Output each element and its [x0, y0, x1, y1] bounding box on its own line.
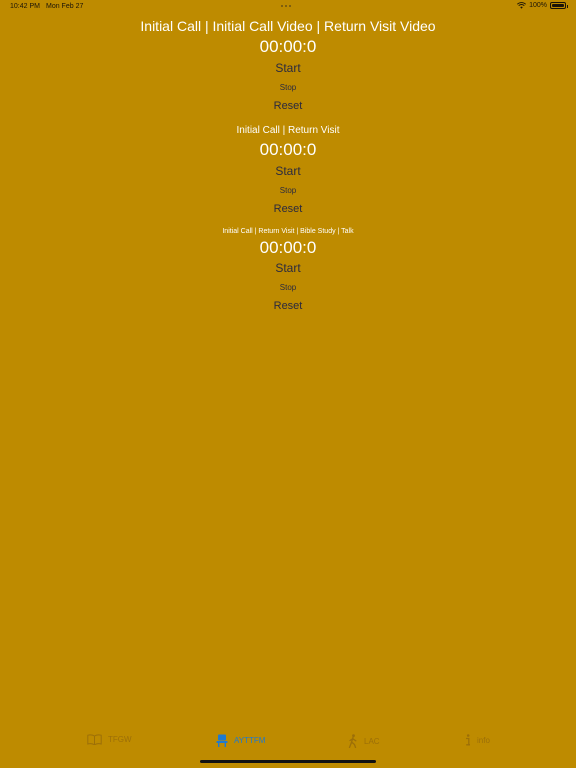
book-icon — [87, 734, 102, 745]
timer-section-2: Initial Call | Return Visit 00:00:0 Star… — [0, 125, 576, 216]
status-bar: 10:42 PM Mon Feb 27 100% — [0, 0, 576, 14]
timer-title: Initial Call | Return Visit — [236, 125, 340, 136]
timer-section-1: Initial Call | Initial Call Video | Retu… — [0, 17, 576, 113]
home-indicator[interactable] — [200, 760, 376, 763]
info-icon — [465, 734, 471, 746]
battery-percent: 100% — [529, 2, 547, 9]
timer-title: Initial Call | Initial Call Video | Retu… — [140, 18, 436, 34]
wifi-icon — [517, 2, 527, 9]
status-time: 10:42 PM — [10, 3, 40, 10]
tab-lac[interactable]: LAC — [348, 734, 380, 748]
stop-button[interactable]: Stop — [0, 282, 576, 294]
tab-label: info — [477, 735, 490, 745]
reset-button[interactable]: Reset — [0, 299, 576, 313]
tab-bar: TFGW AYTTFM LAC info — [0, 726, 576, 768]
tab-label: TFGW — [108, 735, 132, 744]
timer-section-3: Initial Call | Return Visit | Bible Stud… — [0, 227, 576, 313]
start-button[interactable]: Start — [0, 60, 576, 76]
reset-button[interactable]: Reset — [0, 202, 576, 216]
timer-title: Initial Call | Return Visit | Bible Stud… — [222, 228, 354, 235]
timer-display: 00:00:0 — [259, 238, 317, 257]
timer-display: 00:00:0 — [259, 37, 317, 56]
tab-ayttfm[interactable]: AYTTFM — [216, 734, 265, 747]
walking-icon — [348, 734, 358, 748]
reset-button[interactable]: Reset — [0, 99, 576, 113]
stop-button[interactable]: Stop — [0, 185, 576, 197]
tab-label: AYTTFM — [234, 736, 266, 745]
tab-label: LAC — [364, 736, 380, 746]
start-button[interactable]: Start — [0, 260, 576, 276]
timer-display: 00:00:0 — [259, 140, 317, 159]
stop-button[interactable]: Stop — [0, 82, 576, 94]
status-right: 100% — [517, 2, 568, 9]
start-button[interactable]: Start — [0, 163, 576, 179]
status-date: Mon Feb 27 — [46, 3, 84, 10]
battery-icon — [550, 2, 568, 9]
seat-icon — [216, 734, 228, 747]
tab-tfgw[interactable]: TFGW — [87, 734, 132, 745]
tab-info[interactable]: info — [465, 734, 490, 746]
multitasking-dots-icon[interactable] — [281, 5, 291, 7]
